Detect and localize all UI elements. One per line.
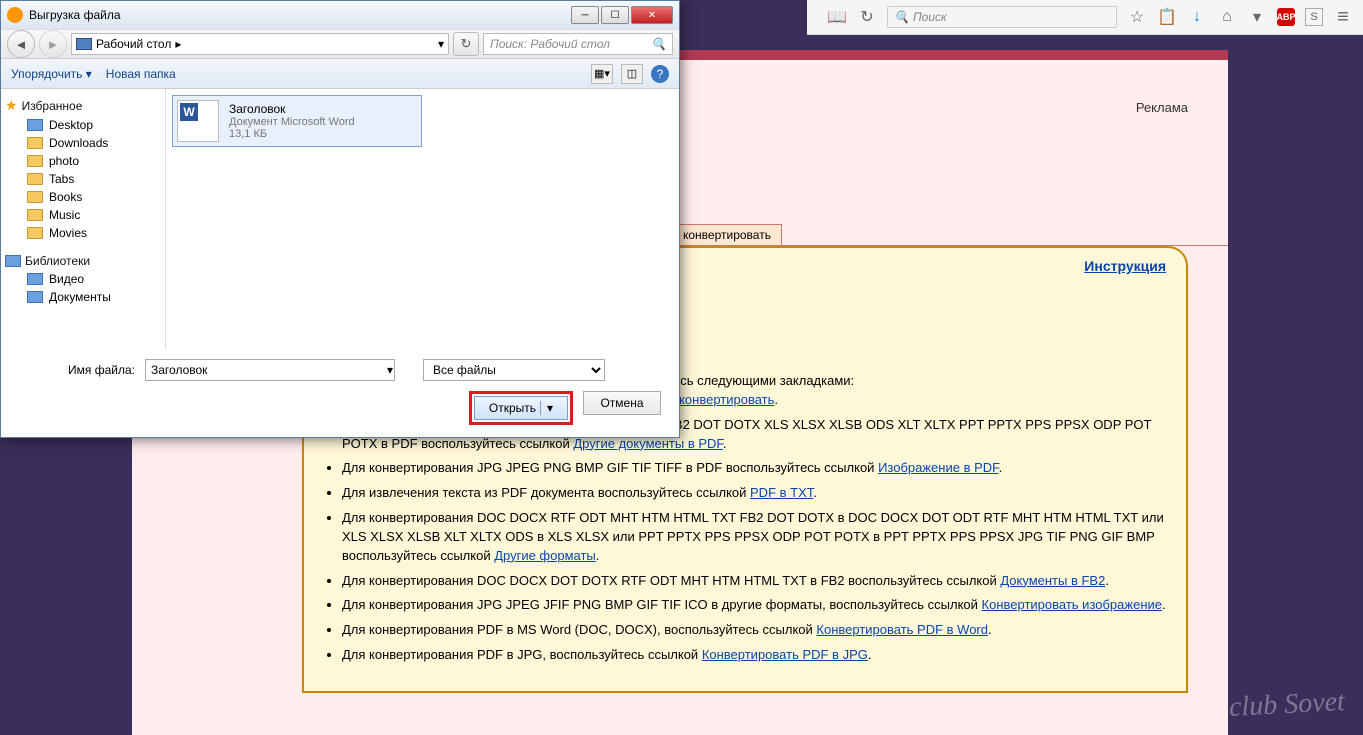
browser-search-input[interactable]: 🔍 Поиск [887, 6, 1117, 28]
chevron-down-icon[interactable]: ▾ [438, 37, 444, 51]
library-icon [5, 255, 21, 267]
file-list[interactable]: Заголовок Документ Microsoft Word 13,1 К… [166, 89, 679, 349]
folder-icon [27, 137, 43, 149]
sidebar-item-documents[interactable]: Документы [1, 288, 165, 306]
folder-icon [27, 209, 43, 221]
chevron-down-icon: ▾ [540, 401, 553, 415]
link-image-pdf[interactable]: Изображение в PDF [878, 460, 999, 475]
folder-icon [27, 155, 43, 167]
link-pdf-word[interactable]: Конвертировать PDF в Word [816, 622, 988, 637]
ad-label: Реклама [1136, 100, 1188, 115]
cancel-button[interactable]: Отмена [583, 391, 661, 415]
sidebar-item-downloads[interactable]: Downloads [1, 134, 165, 152]
list-item: Для конвертирования DOC DOCX DOT DOTX RT… [342, 572, 1166, 591]
dialog-titlebar[interactable]: Выгрузка файла ─ ☐ ✕ [1, 1, 679, 29]
link-other-formats[interactable]: Другие форматы [494, 548, 596, 563]
dialog-nav: ◄ ► Рабочий стол ▸ ▾ ↻ Поиск: Рабочий ст… [1, 29, 679, 59]
dialog-title: Выгрузка файла [29, 8, 121, 22]
breadcrumb[interactable]: Рабочий стол ▸ ▾ [71, 33, 449, 55]
file-upload-dialog: Выгрузка файла ─ ☐ ✕ ◄ ► Рабочий стол ▸ … [0, 0, 680, 438]
link-docs-fb2[interactable]: Документы в FB2 [1000, 573, 1105, 588]
favorites-group[interactable]: ★Избранное [1, 93, 165, 116]
sidebar-item-music[interactable]: Music [1, 206, 165, 224]
watermark: club Sovet [1228, 686, 1345, 724]
tab-convert[interactable]: конвертировать [672, 224, 782, 245]
dialog-footer: Имя файла: ▾ Все файлы Открыть ▾ Отмена [1, 349, 679, 435]
star-icon: ★ [5, 97, 18, 114]
list-item: Для конвертирования JPG JPEG JFIF PNG BM… [342, 596, 1166, 615]
view-mode-button[interactable]: ▦▾ [591, 64, 613, 84]
file-item-selected[interactable]: Заголовок Документ Microsoft Word 13,1 К… [172, 95, 422, 147]
open-button[interactable]: Открыть ▾ [474, 396, 568, 420]
chevron-right-icon: ▸ [175, 37, 181, 51]
browser-toolbar: 📖 ↻ 🔍 Поиск ☆ 📋 ↓ ⌂ ▾ ABP S ≡ [807, 0, 1363, 35]
list-item: Для конвертирования DOC DOCX RTF ODT MHT… [342, 509, 1166, 566]
sidebar-item-movies[interactable]: Movies [1, 224, 165, 242]
forward-button[interactable]: ► [39, 30, 67, 58]
file-size: 13,1 КБ [229, 128, 355, 140]
link-pdf-jpg[interactable]: Конвертировать PDF в JPG [702, 647, 868, 662]
file-type: Документ Microsoft Word [229, 116, 355, 128]
search-placeholder: Поиск [913, 10, 947, 24]
filetype-select[interactable]: Все файлы [423, 359, 605, 381]
help-icon[interactable]: ? [651, 65, 669, 83]
bg-right [1228, 35, 1363, 735]
list-item: Для конвертирования PDF в MS Word (DOC, … [342, 621, 1166, 640]
filename-input[interactable] [145, 359, 395, 381]
minimize-button[interactable]: ─ [571, 6, 599, 24]
list-item: Для конвертирования JPG JPEG PNG BMP GIF… [342, 459, 1166, 478]
hamburger-menu-icon[interactable]: ≡ [1333, 7, 1353, 27]
link-pdf-txt[interactable]: PDF в TXT [750, 485, 813, 500]
desktop-icon [27, 119, 43, 131]
bookmark-star-icon[interactable]: ☆ [1127, 7, 1147, 27]
filename-label: Имя файла: [15, 363, 135, 377]
instruction-link[interactable]: Инструкция [1084, 258, 1166, 274]
refresh-button[interactable]: ↻ [453, 32, 479, 56]
libraries-group[interactable]: Библиотеки [1, 250, 165, 270]
new-folder-button[interactable]: Новая папка [106, 67, 176, 81]
close-button[interactable]: ✕ [631, 6, 673, 24]
dialog-toolbar: Упорядочить ▾ Новая папка ▦▾ ◫ ? [1, 59, 679, 89]
back-button[interactable]: ◄ [7, 30, 35, 58]
folder-icon [27, 227, 43, 239]
reader-mode-icon[interactable]: 📖 [827, 7, 847, 27]
sidebar-item-photo[interactable]: photo [1, 152, 165, 170]
sidebar-item-books[interactable]: Books [1, 188, 165, 206]
dialog-search-input[interactable]: Поиск: Рабочий стол 🔍 [483, 33, 673, 55]
reload-icon[interactable]: ↻ [857, 7, 877, 27]
s-icon[interactable]: S [1305, 8, 1323, 26]
open-button-highlight: Открыть ▾ [469, 391, 573, 425]
firefox-icon [7, 7, 23, 23]
maximize-button[interactable]: ☐ [601, 6, 629, 24]
sidebar-item-video[interactable]: Видео [1, 270, 165, 288]
pocket-icon[interactable]: ▾ [1247, 7, 1267, 27]
clipboard-icon[interactable]: 📋 [1157, 7, 1177, 27]
list-item: Для извлечения текста из PDF документа в… [342, 484, 1166, 503]
dialog-sidebar: ★Избранное Desktop Downloads photo Tabs … [1, 89, 166, 349]
search-icon: 🔍 [651, 37, 666, 51]
preview-pane-button[interactable]: ◫ [621, 64, 643, 84]
home-icon[interactable]: ⌂ [1217, 7, 1237, 27]
filename-dropdown-icon[interactable]: ▾ [387, 363, 393, 377]
sidebar-item-tabs[interactable]: Tabs [1, 170, 165, 188]
link-convert-image[interactable]: Конвертировать изображение [982, 597, 1162, 612]
download-icon[interactable]: ↓ [1187, 7, 1207, 27]
video-icon [27, 273, 43, 285]
organize-menu[interactable]: Упорядочить ▾ [11, 67, 92, 81]
word-document-icon [177, 100, 219, 142]
file-name: Заголовок [229, 102, 355, 116]
folder-icon [27, 173, 43, 185]
folder-icon [27, 191, 43, 203]
search-icon: 🔍 [894, 10, 909, 24]
sidebar-item-desktop[interactable]: Desktop [1, 116, 165, 134]
documents-icon [27, 291, 43, 303]
adblock-icon[interactable]: ABP [1277, 8, 1295, 26]
list-item: Для конвертирования PDF в JPG, воспользу… [342, 646, 1166, 665]
desktop-icon [76, 38, 92, 50]
